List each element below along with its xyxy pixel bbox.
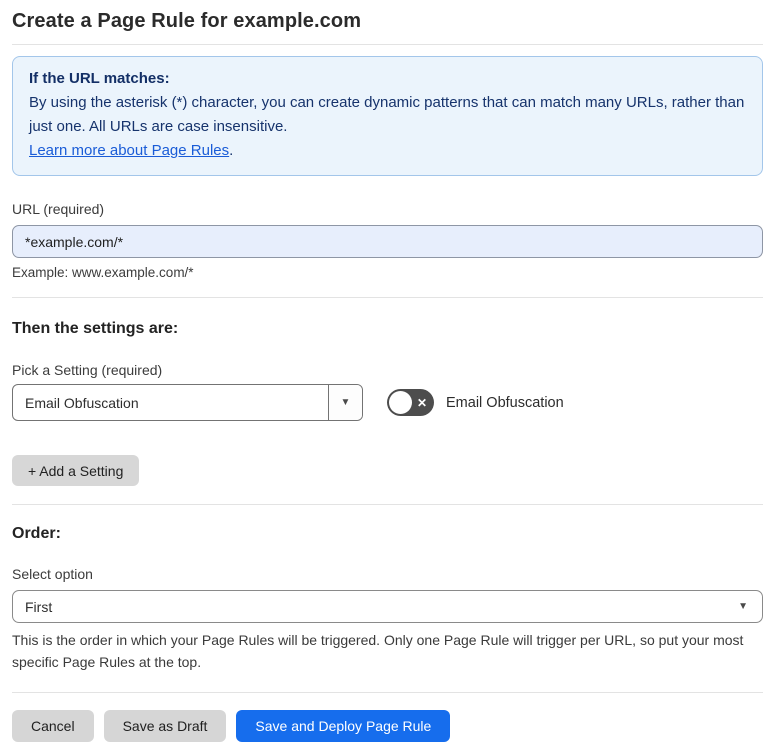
create-page-rule-form: Create a Page Rule for example.com If th… (0, 10, 775, 742)
settings-section-divider (12, 504, 763, 505)
order-section-divider (12, 692, 763, 693)
order-help-text: This is the order in which your Page Rul… (12, 632, 744, 670)
url-section-divider (12, 297, 763, 298)
footer-actions: Cancel Save as Draft Save and Deploy Pag… (12, 710, 763, 742)
setting-row: Email Obfuscation ▼ ✕ Email Obfuscation (12, 384, 763, 421)
setting-select-value: Email Obfuscation (25, 394, 139, 411)
order-section-heading: Order: (12, 525, 61, 542)
chevron-down-icon: ▼ (340, 396, 351, 408)
toggle-off-x-icon: ✕ (416, 395, 427, 410)
info-box-heading: If the URL matches: (29, 70, 170, 87)
url-field-label: URL (required) (12, 201, 105, 217)
toggle-label: Email Obfuscation (446, 394, 564, 411)
toggle-knob (389, 391, 412, 414)
link-suffix: . (229, 142, 234, 159)
setting-select[interactable]: Email Obfuscation ▼ (12, 384, 363, 421)
url-example-text: Example: www.example.com/* (12, 265, 194, 280)
order-select-value: First (25, 598, 53, 615)
add-setting-button[interactable]: + Add a Setting (12, 455, 140, 486)
setting-select-arrow-button[interactable]: ▼ (328, 385, 362, 420)
email-obfuscation-toggle-group: ✕ Email Obfuscation (387, 389, 564, 416)
save-as-draft-button[interactable]: Save as Draft (103, 710, 227, 742)
url-input[interactable] (12, 225, 763, 258)
cancel-button[interactable]: Cancel (12, 710, 94, 742)
chevron-down-icon: ▼ (738, 600, 748, 612)
order-select[interactable]: First ▼ (12, 590, 763, 623)
order-select-label: Select option (12, 566, 93, 582)
learn-more-link[interactable]: Learn more about Page Rules (29, 142, 229, 159)
email-obfuscation-toggle[interactable]: ✕ (387, 389, 434, 416)
info-box-link-row: Learn more about Page Rules. (29, 139, 746, 163)
info-box-body: By using the asterisk (*) character, you… (29, 94, 745, 135)
save-and-deploy-button[interactable]: Save and Deploy Page Rule (236, 710, 451, 742)
page-title: Create a Page Rule for example.com (12, 10, 362, 32)
url-match-info-box: If the URL matches: By using the asteris… (12, 56, 763, 176)
pick-setting-label: Pick a Setting (required) (12, 362, 163, 378)
settings-section-heading: Then the settings are: (12, 320, 179, 337)
header-divider (12, 44, 763, 45)
